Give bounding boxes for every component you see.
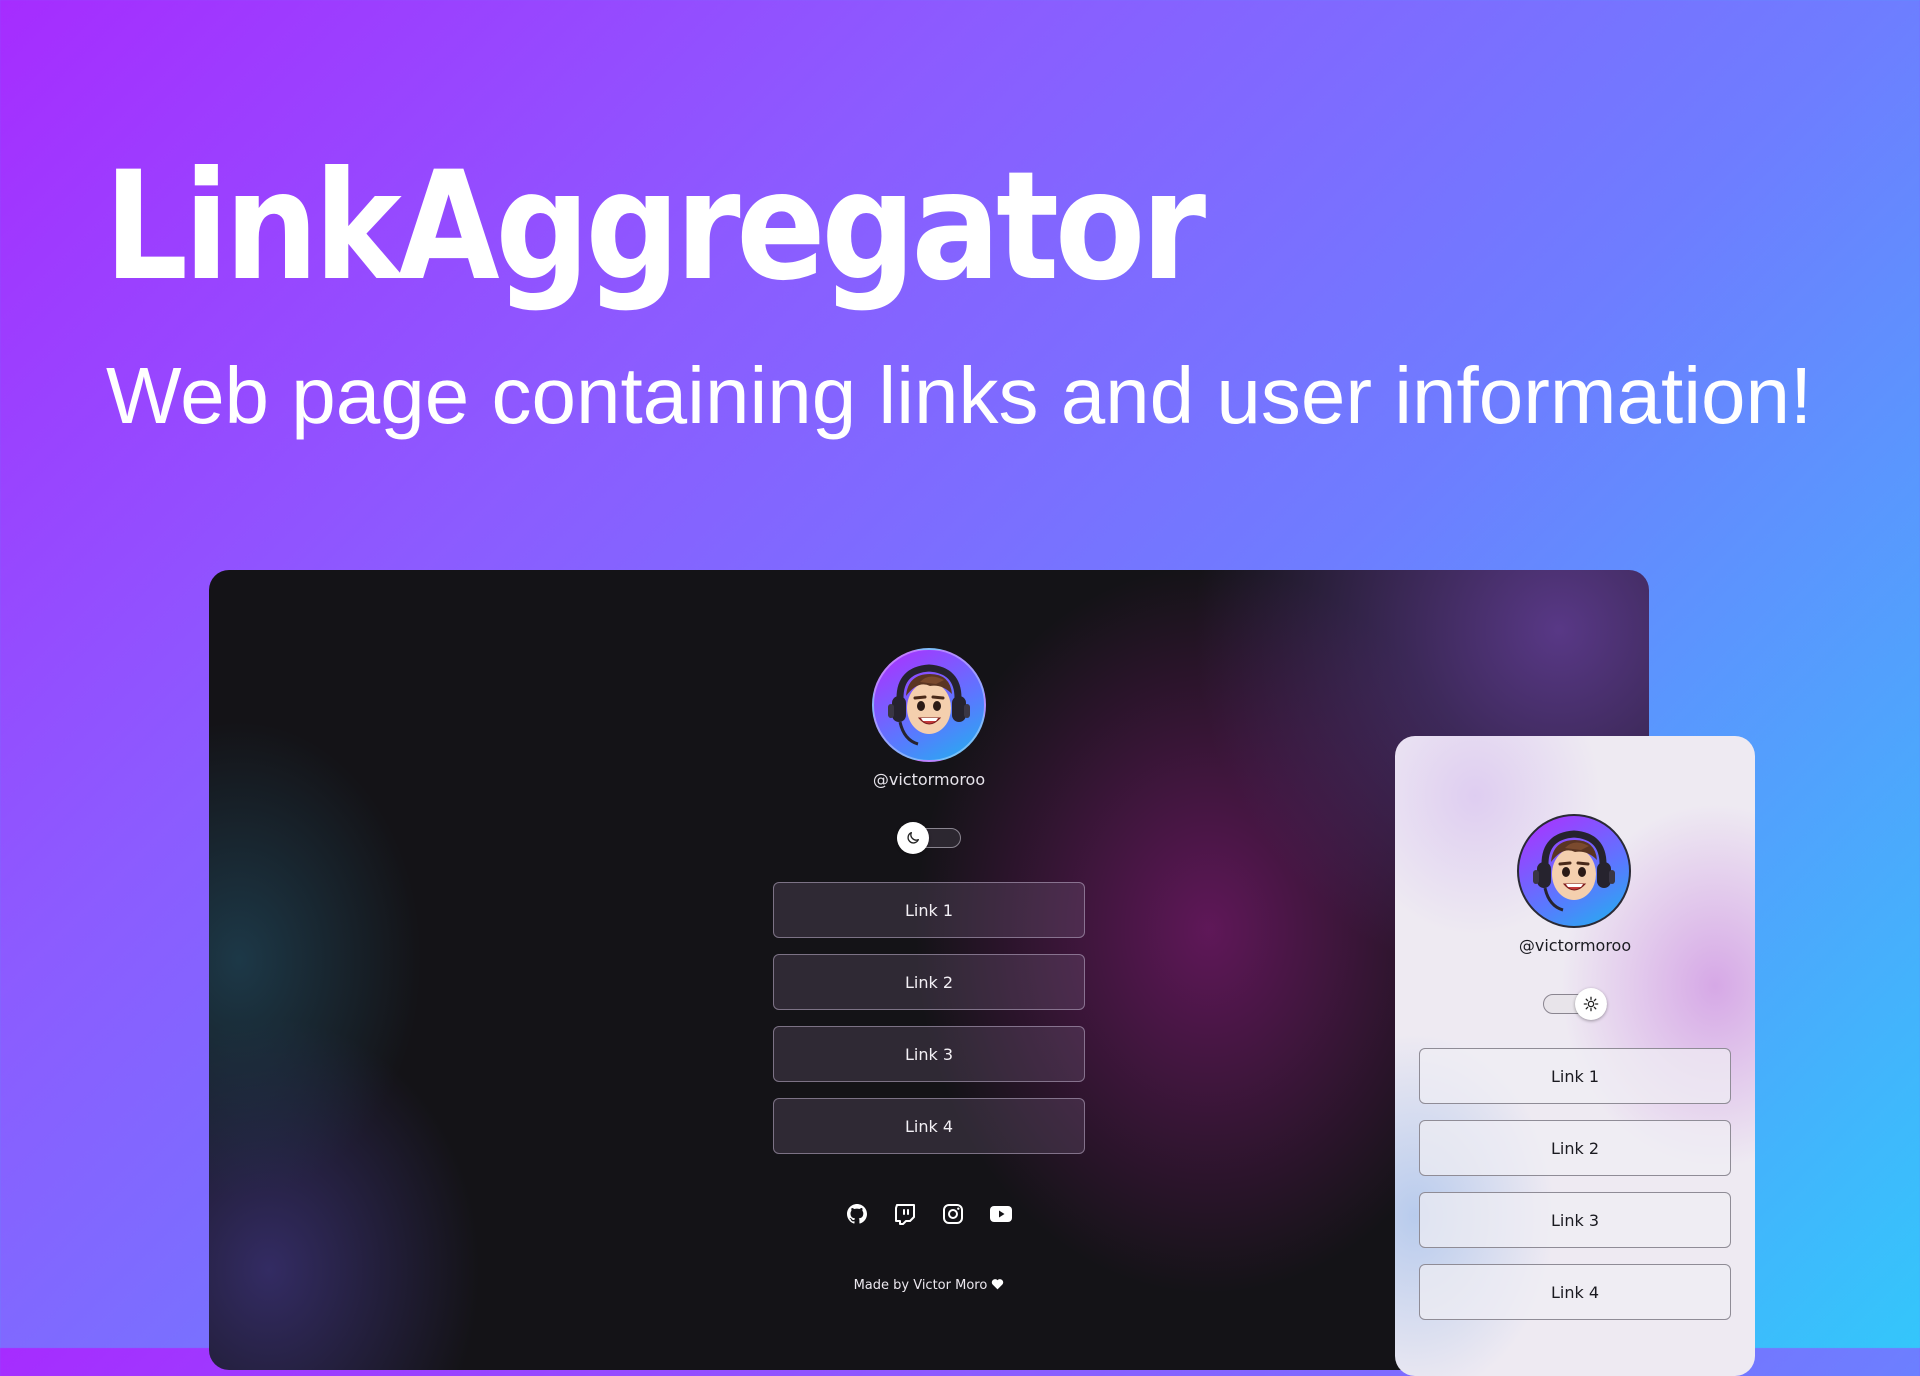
link-button-4[interactable]: Link 4	[1419, 1264, 1731, 1320]
theme-toggle[interactable]	[1543, 988, 1607, 1020]
footer: Made by Victor Moro	[779, 1278, 1079, 1294]
link-button-1[interactable]: Link 1	[773, 882, 1085, 938]
avatar-illustration	[888, 664, 970, 746]
link-button-2[interactable]: Link 2	[1419, 1120, 1731, 1176]
link-button-2[interactable]: Link 2	[773, 954, 1085, 1010]
username: @victormoroo	[1518, 936, 1632, 955]
avatar-illustration	[1533, 830, 1615, 912]
avatar	[872, 648, 986, 762]
link-button-1[interactable]: Link 1	[1419, 1048, 1731, 1104]
twitch-icon[interactable]	[893, 1202, 917, 1226]
sun-icon	[1575, 988, 1607, 1020]
social-links	[845, 1202, 1013, 1226]
hero-title: LinkAggregator	[104, 140, 1206, 314]
youtube-icon[interactable]	[989, 1202, 1013, 1226]
link-button-3[interactable]: Link 3	[773, 1026, 1085, 1082]
theme-toggle[interactable]	[897, 822, 961, 854]
link-button-3[interactable]: Link 3	[1419, 1192, 1731, 1248]
instagram-icon[interactable]	[941, 1202, 965, 1226]
footer-text: Made by Victor Moro	[853, 1278, 988, 1293]
username: @victormoroo	[872, 770, 986, 789]
moon-icon	[897, 822, 929, 854]
github-icon[interactable]	[845, 1202, 869, 1226]
avatar	[1517, 814, 1631, 928]
light-theme-preview: @victormoroo Link 1 Link 2 Link 3 Link 4	[1395, 736, 1755, 1376]
link-button-4[interactable]: Link 4	[773, 1098, 1085, 1154]
heart-icon	[991, 1278, 1004, 1294]
hero-subtitle: Web page containing links and user infor…	[106, 351, 1813, 440]
